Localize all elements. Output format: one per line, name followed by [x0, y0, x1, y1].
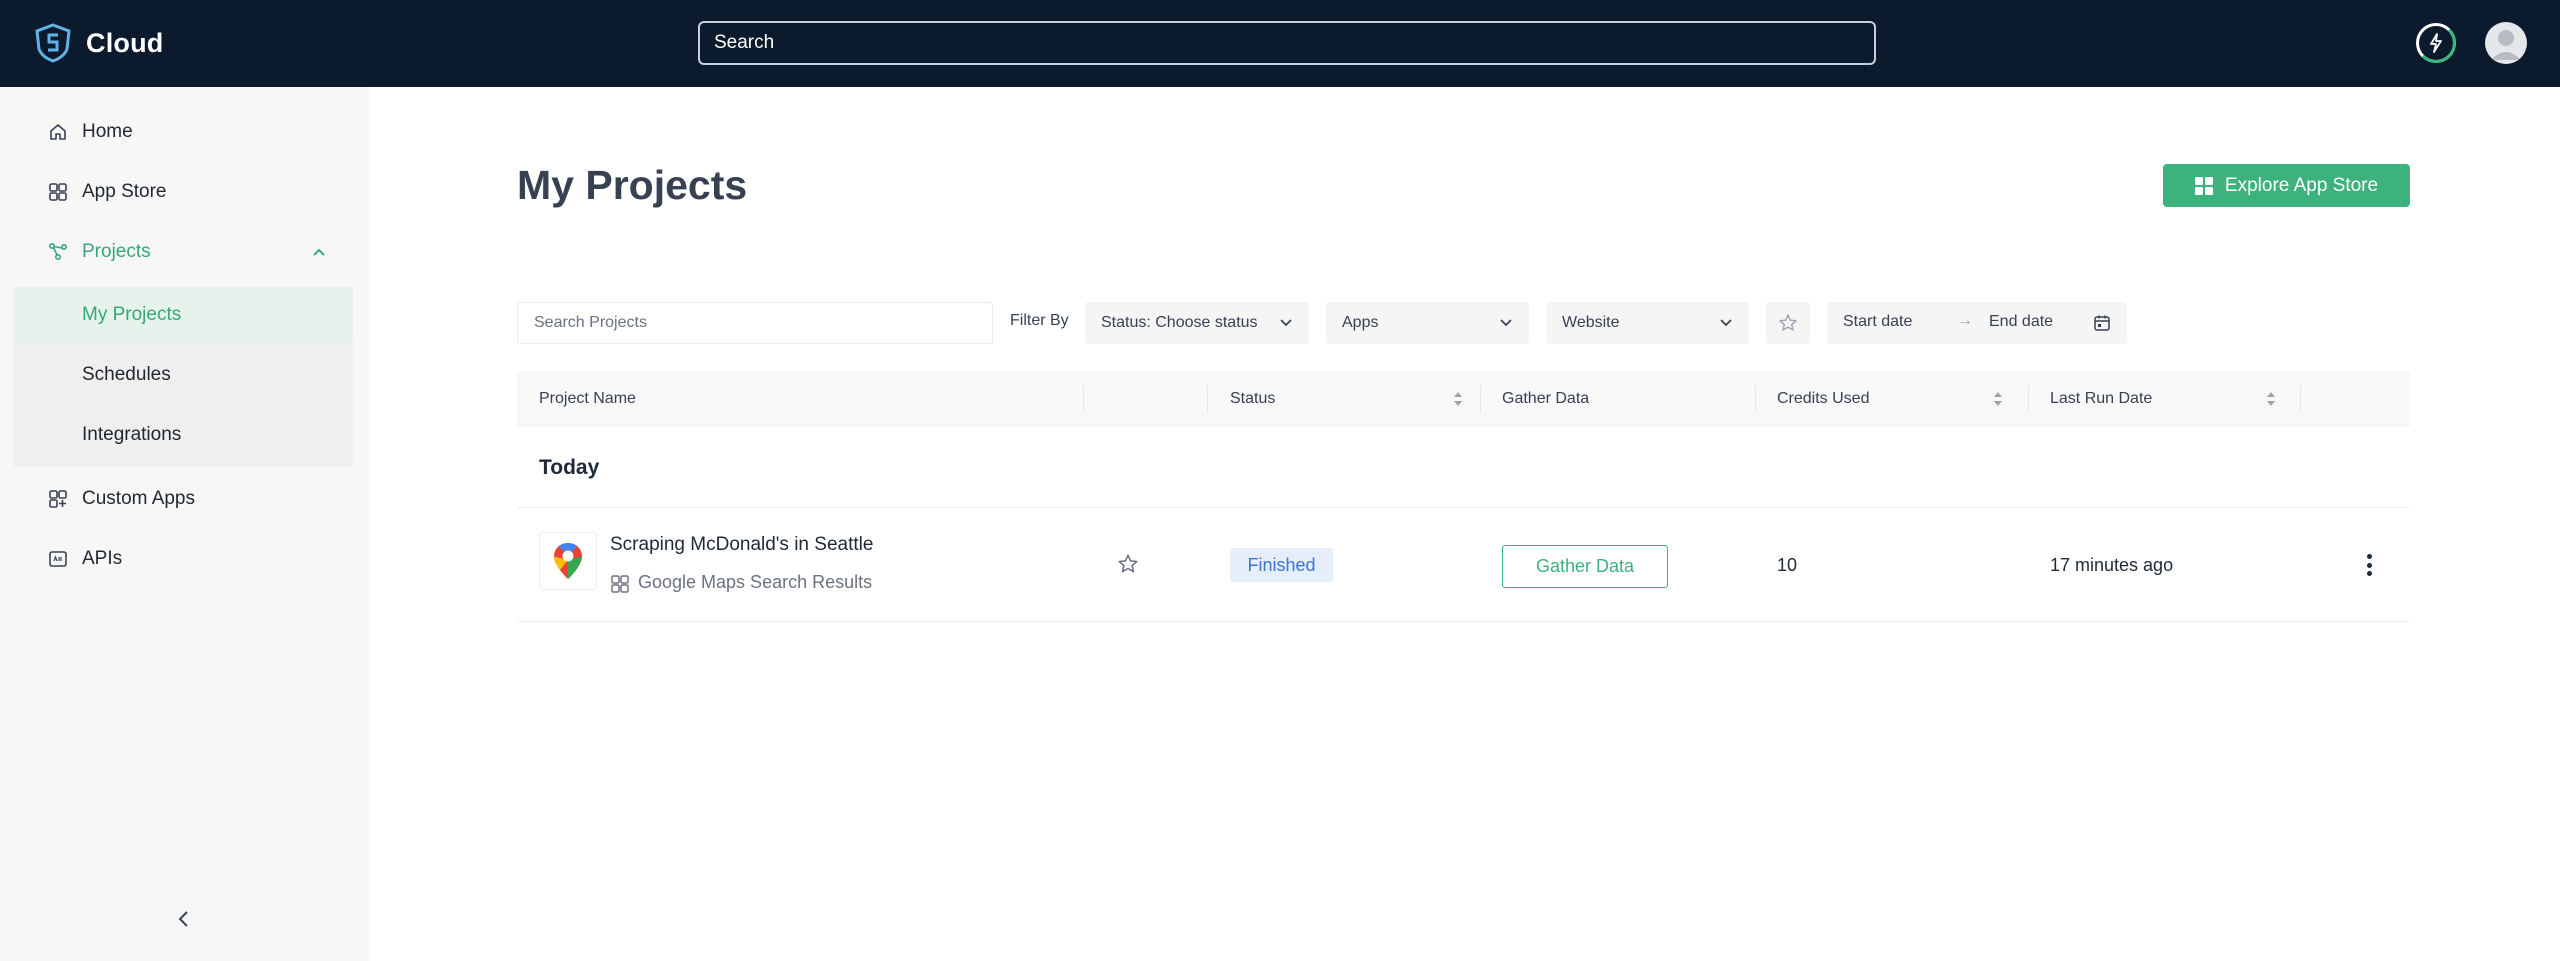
- chevron-left-icon: [178, 911, 188, 927]
- more-options-icon[interactable]: [2357, 551, 2381, 579]
- sidebar-item-label: Custom Apps: [82, 488, 195, 509]
- divider: [517, 621, 2410, 622]
- global-search[interactable]: [698, 21, 1876, 65]
- project-name[interactable]: Scraping McDonald's in Seattle: [610, 534, 873, 556]
- date-range-picker[interactable]: Start date → End date: [1827, 302, 2127, 344]
- gather-data-button[interactable]: Gather Data: [1502, 545, 1668, 588]
- brand[interactable]: Cloud: [34, 23, 163, 63]
- credits-used-value: 10: [1777, 555, 1798, 575]
- sidebar-subitem-label: Schedules: [82, 364, 171, 385]
- favorites-filter-button[interactable]: [1766, 302, 1810, 344]
- global-search-input[interactable]: [700, 23, 1874, 63]
- last-run-date-value: 17 minutes ago: [2050, 555, 2174, 575]
- star-icon[interactable]: [1117, 553, 1139, 575]
- grid-icon: [47, 181, 69, 203]
- start-date-input[interactable]: Start date: [1843, 313, 1912, 331]
- calendar-icon: [2094, 315, 2110, 331]
- sidebar-subitem-label: Integrations: [82, 424, 182, 445]
- sidebar-subitem-my-projects[interactable]: My Projects: [14, 287, 353, 343]
- sidebar-subitem-label: My Projects: [82, 304, 182, 325]
- column-divider: [2028, 385, 2029, 413]
- shield-logo-icon: [35, 23, 71, 63]
- credits-button[interactable]: [2416, 23, 2456, 63]
- arrow-right-icon: →: [1957, 312, 1973, 329]
- search-projects-input[interactable]: [518, 303, 992, 343]
- sidebar-subitem-integrations[interactable]: Integrations: [14, 407, 353, 463]
- chevron-down-icon: [1720, 319, 1732, 327]
- chevron-up-icon[interactable]: [311, 245, 327, 259]
- sidebar-item-label: App Store: [82, 181, 167, 202]
- column-header-label: Last Run Date: [2050, 390, 2153, 407]
- sidebar-item-label: Home: [82, 121, 133, 142]
- sidebar: Home App Store Projects My Projects Sche…: [0, 87, 369, 961]
- website-filter-value: Website: [1562, 314, 1620, 331]
- group-label-today: Today: [539, 456, 600, 479]
- home-icon: [47, 121, 69, 143]
- column-header-last-run-date[interactable]: Last Run Date: [2050, 371, 2290, 427]
- avatar[interactable]: [2485, 22, 2527, 64]
- filter-by-label: Filter By: [1010, 312, 1069, 329]
- status-filter-value: Status: Choose status: [1101, 314, 1258, 331]
- table-row[interactable]: Scraping McDonald's in Seattle Google Ma…: [517, 508, 2410, 621]
- chevron-down-icon: [1500, 319, 1512, 327]
- column-header-gather-data: Gather Data: [1502, 371, 1589, 427]
- sidebar-item-custom-apps[interactable]: Custom Apps: [0, 471, 369, 527]
- sidebar-item-apis[interactable]: APIs: [0, 531, 369, 587]
- sidebar-subitem-schedules[interactable]: Schedules: [14, 347, 353, 403]
- grid-icon: [2194, 176, 2213, 195]
- app-name: Google Maps Search Results: [638, 572, 873, 592]
- column-divider: [2300, 385, 2301, 413]
- status-filter-dropdown[interactable]: Status: Choose status: [1085, 302, 1309, 344]
- app-thumbnail: [539, 532, 597, 590]
- brand-name: Cloud: [86, 27, 164, 58]
- column-header-label: Project Name: [539, 390, 636, 407]
- column-divider: [1755, 385, 1756, 413]
- top-bar: Cloud: [0, 0, 2560, 87]
- nodes-icon: [47, 241, 69, 263]
- column-header-status[interactable]: Status: [1230, 371, 1490, 427]
- website-filter-dropdown[interactable]: Website: [1546, 302, 1749, 344]
- status-badge: Finished: [1230, 548, 1333, 582]
- explore-app-store-button[interactable]: Explore App Store: [2163, 164, 2410, 207]
- sidebar-item-app-store[interactable]: App Store: [0, 164, 369, 220]
- apps-plus-icon: [47, 488, 69, 510]
- column-header-credits-used[interactable]: Credits Used: [1777, 371, 2017, 427]
- column-divider: [1083, 385, 1084, 413]
- column-header-label: Credits Used: [1777, 390, 1870, 407]
- google-maps-pin-icon: [554, 543, 582, 579]
- sidebar-item-label: Projects: [82, 241, 151, 262]
- user-avatar-icon: [2491, 30, 2521, 60]
- projects-submenu: My Projects Schedules Integrations: [14, 287, 353, 467]
- sidebar-item-home[interactable]: Home: [0, 104, 369, 160]
- star-icon: [1779, 314, 1797, 331]
- api-icon: [47, 548, 69, 570]
- column-divider: [1480, 385, 1481, 413]
- column-header-label: Status: [1230, 390, 1276, 407]
- sort-icon: [1454, 392, 1462, 406]
- column-header-project-name: Project Name: [539, 371, 636, 427]
- column-header-label: Gather Data: [1502, 390, 1590, 407]
- chevron-down-icon: [1280, 319, 1292, 327]
- search-projects[interactable]: [517, 302, 993, 344]
- table-header: Project Name Status Gather Data Credits …: [517, 371, 2410, 427]
- sort-icon: [1994, 392, 2002, 406]
- sidebar-collapse-button[interactable]: [172, 907, 196, 931]
- apps-filter-dropdown[interactable]: Apps: [1326, 302, 1529, 344]
- end-date-input[interactable]: End date: [1989, 313, 2053, 331]
- column-divider: [1207, 385, 1208, 413]
- grid-icon: [611, 575, 629, 593]
- sidebar-item-projects[interactable]: Projects: [0, 224, 369, 280]
- apps-filter-value: Apps: [1342, 314, 1379, 331]
- sort-icon: [2267, 392, 2275, 406]
- sidebar-item-label: APIs: [82, 548, 123, 569]
- explore-button-label: Explore App Store: [2224, 174, 2379, 196]
- credits-progress-ring: [2416, 23, 2456, 63]
- page-title: My Projects: [517, 162, 748, 208]
